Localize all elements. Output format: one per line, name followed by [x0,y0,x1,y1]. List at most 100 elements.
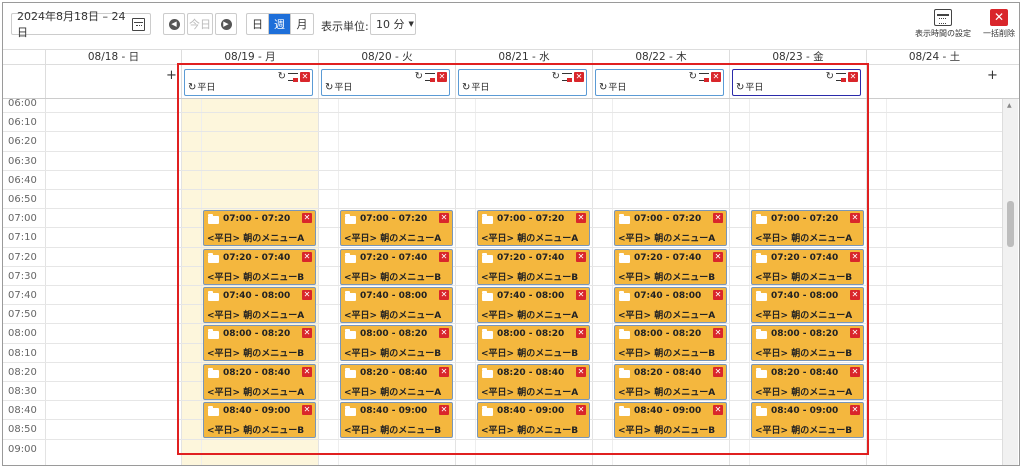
today-button[interactable]: 今日 [187,13,213,35]
allday-cell-6[interactable] [866,65,1002,98]
list-remove-icon[interactable] [562,72,572,82]
schedule-event[interactable]: 07:40 - 08:00 <平日> 朝のメニューA ✕ [614,287,727,323]
schedule-event[interactable]: 08:20 - 08:40 <平日> 朝のメニューA ✕ [340,363,453,400]
day-header-5[interactable]: 08/23 - 金 [729,50,866,65]
allday-event[interactable]: ↻ ✕ ↻平日 [732,69,861,96]
schedule-event[interactable]: 07:40 - 08:00 <平日> 朝のメニューA ✕ [203,287,316,323]
close-icon[interactable]: ✕ [713,290,723,300]
close-icon[interactable]: ✕ [850,290,860,300]
schedule-event[interactable]: 08:00 - 08:20 <平日> 朝のメニューB ✕ [203,325,316,362]
time-slot[interactable]: 06:00 [3,99,1003,112]
schedule-event[interactable]: 08:40 - 09:00 <平日> 朝のメニューB ✕ [477,402,590,439]
schedule-event[interactable]: 08:40 - 09:00 <平日> 朝のメニューB ✕ [203,402,316,439]
view-month-button[interactable]: 月 [291,14,313,34]
scroll-thumb[interactable] [1007,201,1014,247]
schedule-event[interactable]: 07:00 - 07:20 <平日> 朝のメニューA ✕ [340,210,453,247]
list-remove-icon[interactable] [836,72,846,82]
calendar-icon[interactable] [131,17,145,31]
repeat-icon[interactable]: ↻ [689,72,697,82]
schedule-event[interactable]: 07:00 - 07:20 <平日> 朝のメニューA ✕ [203,210,316,247]
allday-event[interactable]: ↻ ✕ ↻平日 [321,69,450,96]
close-icon[interactable]: ✕ [576,213,586,224]
close-icon[interactable]: ✕ [850,366,860,377]
schedule-event[interactable]: 07:40 - 08:00 <平日> 朝のメニューA ✕ [751,287,864,323]
add-allday-icon[interactable]: + [987,68,998,83]
close-icon[interactable]: ✕ [302,213,312,224]
view-week-button[interactable]: 週 [269,14,291,34]
repeat-icon[interactable]: ↻ [826,72,834,82]
schedule-event[interactable]: 07:20 - 07:40 <平日> 朝のメニューB ✕ [477,248,590,285]
list-remove-icon[interactable] [288,72,298,82]
close-icon[interactable]: ✕ [576,251,586,262]
day-header-1[interactable]: 08/19 - 月 [181,50,318,65]
allday-event[interactable]: ↻ ✕ ↻平日 [458,69,587,96]
view-day-button[interactable]: 日 [247,14,269,34]
close-icon[interactable]: ✕ [850,405,860,416]
list-remove-icon[interactable] [699,72,709,82]
close-icon[interactable]: ✕ [302,366,312,377]
schedule-event[interactable]: 08:00 - 08:20 <平日> 朝のメニューB ✕ [340,325,453,362]
date-range-picker[interactable]: 2024年8月18日 – 24日 [11,10,151,39]
schedule-event[interactable]: 07:20 - 07:40 <平日> 朝のメニューB ✕ [340,248,453,285]
close-icon[interactable]: ✕ [713,213,723,224]
close-icon[interactable]: ✕ [439,213,449,224]
close-icon[interactable]: ✕ [713,328,723,339]
close-icon[interactable]: ✕ [302,290,312,300]
day-header-6[interactable]: 08/24 - 土 [866,50,1002,65]
time-slot[interactable]: 06:20 [3,131,1003,150]
time-slot[interactable]: 06:10 [3,112,1003,131]
day-header-4[interactable]: 08/22 - 木 [592,50,729,65]
display-settings-button[interactable]: 表示時間の設定 [915,9,971,39]
scroll-up-icon[interactable]: ▲ [1007,102,1012,109]
schedule-event[interactable]: 07:20 - 07:40 <平日> 朝のメニューB ✕ [614,248,727,285]
schedule-event[interactable]: 07:20 - 07:40 <平日> 朝のメニューB ✕ [203,248,316,285]
schedule-event[interactable]: 07:00 - 07:20 <平日> 朝のメニューA ✕ [614,210,727,247]
close-icon[interactable]: ✕ [713,405,723,416]
repeat-icon[interactable]: ↻ [278,72,286,82]
schedule-event[interactable]: 08:00 - 08:20 <平日> 朝のメニューB ✕ [751,325,864,362]
time-slot[interactable]: 06:40 [3,169,1003,189]
close-icon[interactable]: ✕ [439,366,449,377]
schedule-event[interactable]: 08:20 - 08:40 <平日> 朝のメニューA ✕ [751,363,864,400]
list-remove-icon[interactable] [425,72,435,82]
time-slot[interactable]: 06:50 [3,189,1003,208]
schedule-event[interactable]: 07:00 - 07:20 <平日> 朝のメニューA ✕ [477,210,590,247]
schedule-event[interactable]: 08:00 - 08:20 <平日> 朝のメニューB ✕ [614,325,727,362]
close-icon[interactable]: ✕ [439,251,449,262]
allday-event[interactable]: ↻ ✕ ↻平日 [184,69,313,96]
close-icon[interactable]: ✕ [302,328,312,339]
add-allday-icon[interactable]: + [166,68,177,83]
close-icon[interactable]: ✕ [850,328,860,339]
schedule-event[interactable]: 08:40 - 09:00 <平日> 朝のメニューB ✕ [751,402,864,439]
close-icon[interactable]: ✕ [439,290,449,300]
close-icon[interactable]: ✕ [576,328,586,339]
close-icon[interactable]: ✕ [302,405,312,416]
schedule-event[interactable]: 08:20 - 08:40 <平日> 朝のメニューA ✕ [477,363,590,400]
delete-all-button[interactable]: ✕ 一括削除 [983,9,1015,39]
close-icon[interactable]: ✕ [439,405,449,416]
close-icon[interactable]: ✕ [713,366,723,377]
schedule-event[interactable]: 08:40 - 09:00 <平日> 朝のメニューB ✕ [614,402,727,439]
vertical-scrollbar[interactable]: ▲ [1002,99,1018,465]
repeat-icon[interactable]: ↻ [552,72,560,82]
next-week-button[interactable]: ▶ [215,13,237,35]
time-slot[interactable]: 09:00 [3,438,1003,458]
close-icon[interactable]: ✕ [300,72,310,82]
close-icon[interactable]: ✕ [437,72,447,82]
day-header-3[interactable]: 08/21 - 水 [455,50,592,65]
repeat-icon[interactable]: ↻ [415,72,423,82]
schedule-event[interactable]: 07:40 - 08:00 <平日> 朝のメニューA ✕ [477,287,590,323]
close-icon[interactable]: ✕ [302,251,312,262]
close-icon[interactable]: ✕ [576,405,586,416]
day-header-2[interactable]: 08/20 - 火 [318,50,455,65]
schedule-event[interactable]: 07:20 - 07:40 <平日> 朝のメニューB ✕ [751,248,864,285]
allday-cell-0[interactable] [45,65,181,98]
close-icon[interactable]: ✕ [574,72,584,82]
close-icon[interactable]: ✕ [711,72,721,82]
close-icon[interactable]: ✕ [576,290,586,300]
close-icon[interactable]: ✕ [576,366,586,377]
schedule-event[interactable]: 07:00 - 07:20 <平日> 朝のメニューA ✕ [751,210,864,247]
allday-event[interactable]: ↻ ✕ ↻平日 [595,69,724,96]
prev-week-button[interactable]: ◀ [163,13,185,35]
schedule-event[interactable]: 08:20 - 08:40 <平日> 朝のメニューA ✕ [203,363,316,400]
